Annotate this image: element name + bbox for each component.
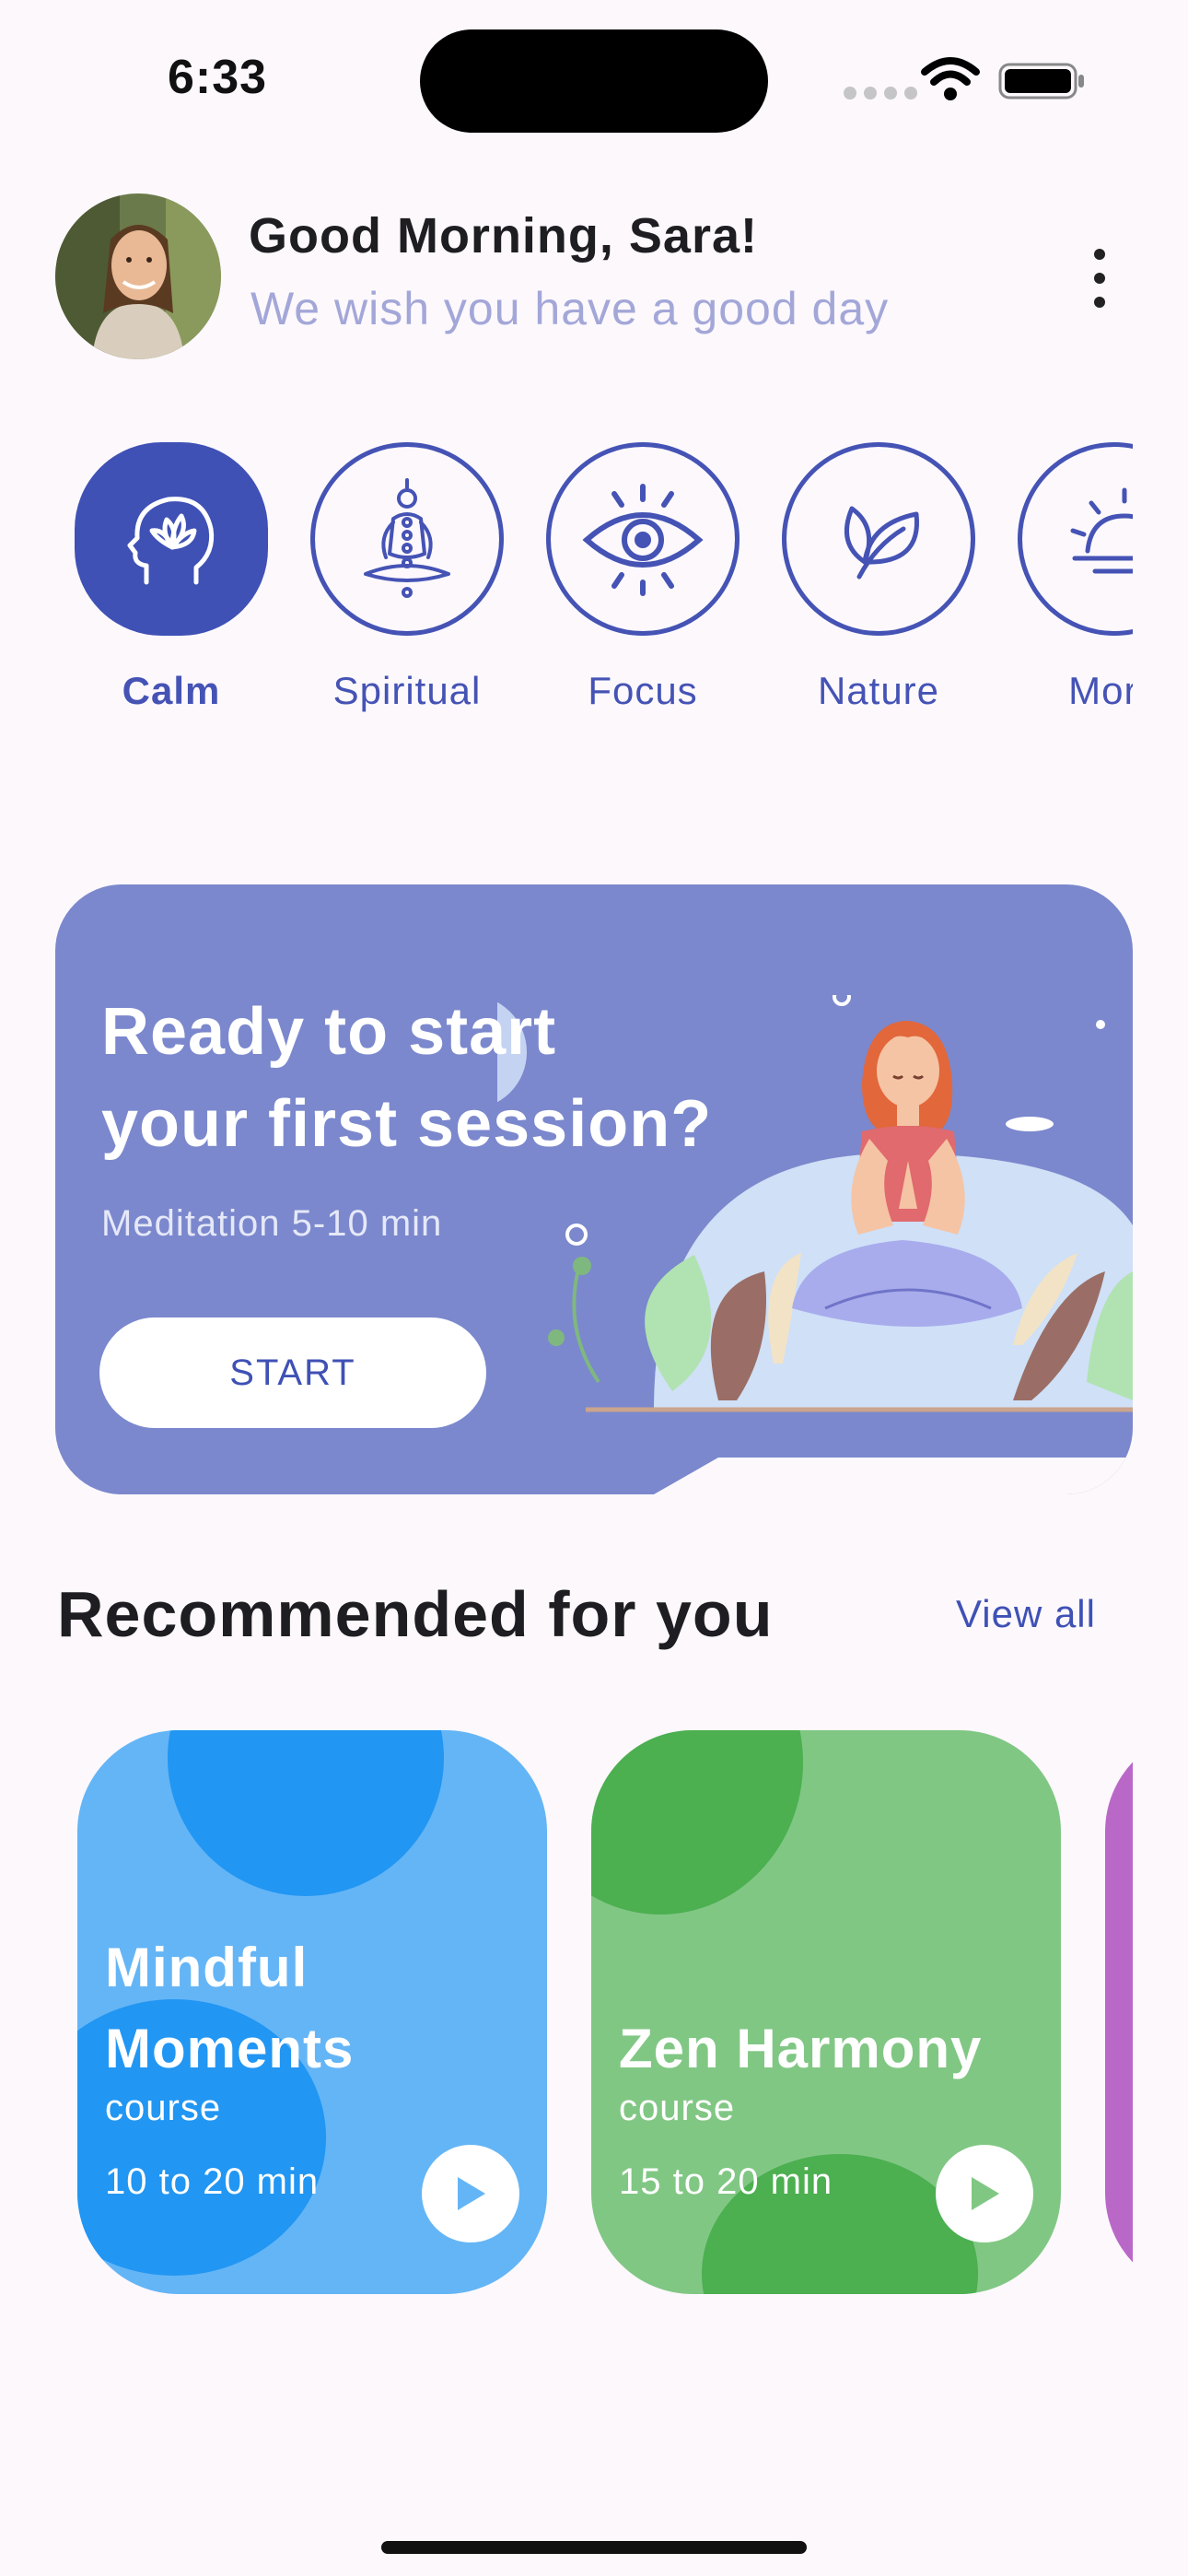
cellular-signal-icon [844, 87, 917, 100]
category-spiritual[interactable]: Spiritual [300, 440, 514, 713]
banner-title: Ready to start your first session? [101, 986, 801, 1170]
play-button[interactable] [422, 2145, 519, 2242]
course-card-mindful-moments[interactable]: Mindful Moments course 10 to 20 min [77, 1730, 547, 2294]
play-icon [458, 2177, 485, 2210]
wifi-icon [921, 57, 980, 100]
play-icon [972, 2177, 999, 2210]
card-duration: 15 to 20 min [619, 2161, 833, 2202]
category-calm[interactable]: Calm [64, 440, 278, 713]
card-title: Mindful Moments [105, 1927, 354, 2090]
category-label: Focus [588, 669, 698, 712]
more-dot-icon [1094, 297, 1105, 308]
more-dot-icon [1094, 249, 1105, 260]
card-title-line: Moments [105, 2018, 355, 2079]
dynamic-island [420, 29, 768, 133]
avatar-photo [55, 193, 221, 359]
home-indicator [381, 2541, 807, 2554]
category-list: Calm Spiritual Focus Nature Mor [55, 440, 1133, 735]
category-label: Morn [1068, 669, 1133, 712]
banner-subtitle: Meditation 5-10 min [101, 1203, 443, 1244]
card-decoration [168, 1730, 444, 1896]
category-nature[interactable]: Nature [772, 440, 985, 713]
card-title: Zen Harmony [619, 2008, 982, 2090]
banner-title-line: Ready to start [101, 995, 557, 1069]
view-all-link[interactable]: View all [956, 1592, 1096, 1636]
card-type: course [105, 2088, 222, 2128]
banner-title-line: your first session? [101, 1087, 713, 1161]
meditation-chakra-icon [310, 442, 504, 636]
category-label: Nature [817, 669, 940, 712]
more-dot-icon [1094, 273, 1105, 284]
eye-icon [546, 442, 740, 636]
head-lotus-icon [75, 442, 268, 636]
status-time: 6:33 [168, 51, 268, 104]
card-title-line: Zen Harmony [619, 2018, 983, 2079]
avatar[interactable] [55, 193, 221, 359]
greeting-subtitle: We wish you have a good day [250, 283, 890, 334]
recommended-list: Mindful Moments course 10 to 20 min Zen … [0, 1730, 1133, 2301]
leaf-icon [782, 442, 975, 636]
card-decoration [591, 1730, 803, 1914]
section-title: Recommended for you [57, 1578, 774, 1650]
card-title-line: Mindful [105, 1937, 309, 1998]
greeting-title: Good Morning, Sara! [249, 208, 758, 263]
card-type: course [619, 2088, 736, 2128]
card-duration: 10 to 20 min [105, 2161, 320, 2202]
sunrise-icon [1018, 442, 1133, 636]
battery-icon [998, 63, 1084, 100]
start-button[interactable]: START [99, 1317, 486, 1428]
course-card-zen-harmony[interactable]: Zen Harmony course 15 to 20 min [591, 1730, 1061, 2294]
category-morning[interactable]: Morn [1007, 440, 1133, 713]
category-focus[interactable]: Focus [536, 440, 750, 713]
category-label: Calm [122, 669, 221, 712]
course-card-partial[interactable] [1105, 1730, 1133, 2294]
category-label: Spiritual [332, 669, 482, 712]
more-options-button[interactable] [1083, 249, 1116, 308]
session-banner: Ready to start your first session? Medit… [55, 884, 1133, 1494]
play-button[interactable] [936, 2145, 1033, 2242]
